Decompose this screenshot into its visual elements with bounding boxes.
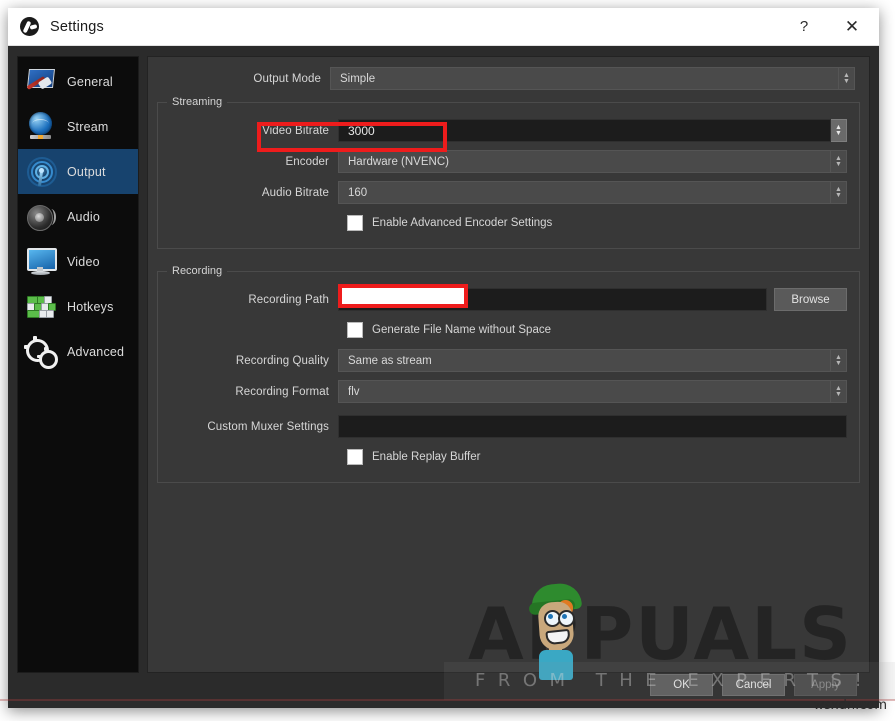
recording-format-row: Recording Format flv ▲▼ [170,380,847,403]
keyboard-keys-icon [24,290,58,324]
recording-format-select[interactable]: flv [338,380,831,403]
custom-muxer-row: Custom Muxer Settings [170,415,847,438]
advanced-encoder-label: Enable Advanced Encoder Settings [372,217,552,229]
recording-group: Recording Recording Path Browse Generate… [157,271,860,483]
sidebar-item-video[interactable]: Video [18,239,138,284]
dialog-footer: OK Cancel Apply [8,662,879,708]
custom-muxer-input[interactable] [338,415,847,438]
video-bitrate-label: Video Bitrate [170,125,338,137]
browse-button[interactable]: Browse [774,288,847,311]
generate-filename-checkbox[interactable] [347,322,363,338]
settings-sidebar: General Stream Output Audio [17,56,139,673]
sidebar-item-stream[interactable]: Stream [18,104,138,149]
video-bitrate-row: Video Bitrate 3000 ▲▼ [170,119,847,142]
video-bitrate-stepper[interactable]: ▲▼ [831,119,847,142]
display-monitor-icon [24,245,58,279]
recording-quality-chevron-icon[interactable]: ▲▼ [831,349,847,372]
sidebar-item-label: Video [67,255,100,269]
video-bitrate-input[interactable]: 3000 [338,119,831,142]
recording-path-input[interactable] [338,288,767,311]
generate-filename-row: Generate File Name without Space [170,319,847,341]
settings-content-panel: Output Mode Simple ▲▼ Streaming Video Bi… [147,56,870,673]
encoder-chevron-icon[interactable]: ▲▼ [831,150,847,173]
audio-bitrate-row: Audio Bitrate 160 ▲▼ [170,181,847,204]
ok-button[interactable]: OK [650,674,713,696]
recording-quality-select[interactable]: Same as stream [338,349,831,372]
title-bar: Settings ? ✕ [8,8,879,46]
audio-bitrate-select[interactable]: 160 [338,181,831,204]
cancel-button[interactable]: Cancel [722,674,785,696]
streaming-group-title: Streaming [167,96,227,108]
generate-filename-label: Generate File Name without Space [372,324,551,336]
audio-bitrate-chevron-icon[interactable]: ▲▼ [831,181,847,204]
sidebar-item-label: Hotkeys [67,300,114,314]
advanced-encoder-row: Enable Advanced Encoder Settings [170,212,847,234]
monitor-screwdriver-icon [24,65,58,99]
sidebar-item-hotkeys[interactable]: Hotkeys [18,284,138,329]
output-mode-chevron-icon[interactable]: ▲▼ [839,67,855,90]
settings-window: Settings ? ✕ General Stream [8,8,879,708]
window-body: General Stream Output Audio [8,46,879,708]
help-button[interactable]: ? [781,8,827,45]
replay-buffer-label: Enable Replay Buffer [372,451,480,463]
encoder-select[interactable]: Hardware (NVENC) [338,150,831,173]
recording-path-row: Recording Path Browse [170,288,847,311]
globe-icon [24,110,58,144]
close-button[interactable]: ✕ [829,8,875,45]
streaming-group: Streaming Video Bitrate 3000 ▲▼ Encoder … [157,102,860,249]
recording-format-chevron-icon[interactable]: ▲▼ [831,380,847,403]
sidebar-item-label: Audio [67,210,100,224]
broadcast-antenna-icon [24,155,58,189]
window-title: Settings [50,19,104,35]
output-mode-row: Output Mode Simple ▲▼ [148,57,869,90]
speaker-icon [24,200,58,234]
advanced-encoder-checkbox[interactable] [347,215,363,231]
recording-group-title: Recording [167,265,227,277]
sidebar-item-general[interactable]: General [18,59,138,104]
gears-icon [24,335,58,369]
sidebar-item-output[interactable]: Output [18,149,138,194]
output-mode-label: Output Mode [162,73,330,85]
sidebar-item-advanced[interactable]: Advanced [18,329,138,374]
apply-button[interactable]: Apply [794,674,857,696]
replay-buffer-row: Enable Replay Buffer [170,446,847,468]
recording-quality-row: Recording Quality Same as stream ▲▼ [170,349,847,372]
sidebar-item-label: General [67,75,113,89]
sidebar-item-label: Advanced [67,345,124,359]
audio-bitrate-label: Audio Bitrate [170,187,338,199]
recording-format-label: Recording Format [170,386,338,398]
sidebar-item-audio[interactable]: Audio [18,194,138,239]
sidebar-item-label: Output [67,165,106,179]
output-mode-select[interactable]: Simple [330,67,839,90]
recording-quality-label: Recording Quality [170,355,338,367]
obs-logo-icon [20,17,39,36]
encoder-label: Encoder [170,156,338,168]
encoder-row: Encoder Hardware (NVENC) ▲▼ [170,150,847,173]
custom-muxer-label: Custom Muxer Settings [170,421,338,433]
recording-path-label: Recording Path [170,294,338,306]
sidebar-item-label: Stream [67,120,109,134]
replay-buffer-checkbox[interactable] [347,449,363,465]
